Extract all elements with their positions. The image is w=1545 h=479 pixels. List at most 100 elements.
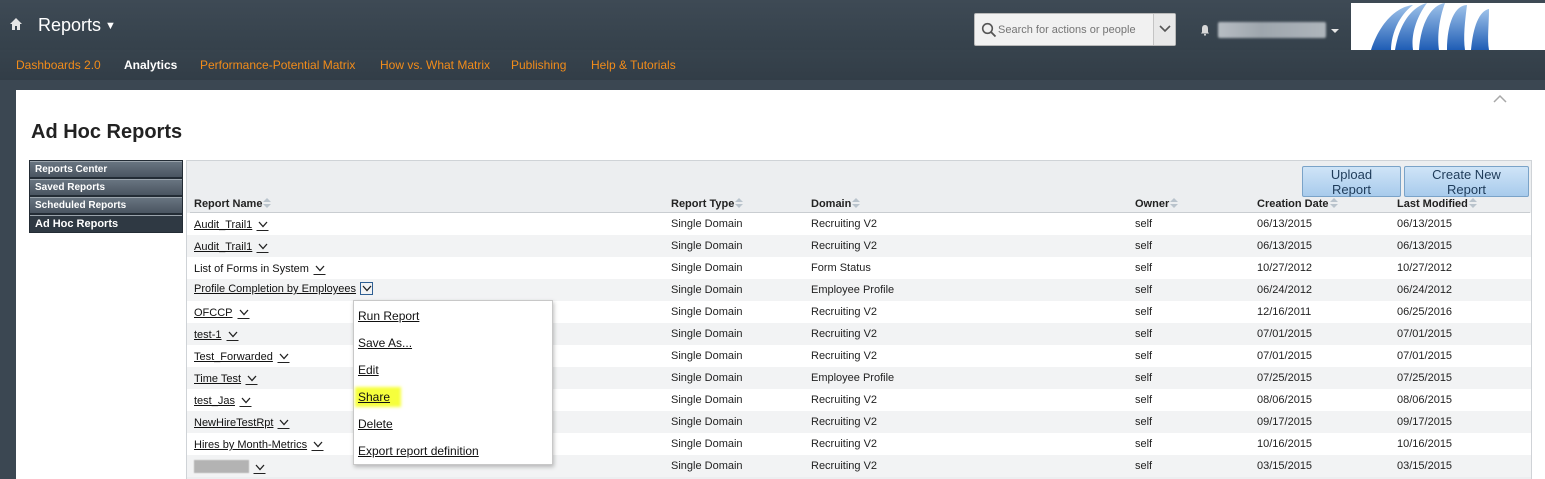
cell-owner: self <box>1135 284 1153 296</box>
user-name-redacted[interactable] <box>1218 22 1326 38</box>
report-actions-dropdown[interactable] <box>256 240 270 253</box>
cell-domain: Employee Profile <box>811 284 895 296</box>
table-row: Audit_Trail1 Single Domain Recruiting V2 se… <box>187 235 1531 257</box>
upload-report-button[interactable]: Upload Report <box>1302 166 1401 197</box>
column-header-report-name[interactable]: Report Name <box>194 198 272 210</box>
report-name-cell: Time Test <box>194 372 259 385</box>
report-actions-dropdown[interactable] <box>311 438 325 451</box>
cell-type: Single Domain <box>671 284 743 296</box>
sort-icon <box>1468 198 1477 208</box>
cell-domain: Recruiting V2 <box>811 240 878 252</box>
report-name-link[interactable]: List of Forms in System <box>194 263 309 275</box>
report-actions-dropdown[interactable] <box>253 461 266 474</box>
cell-created: 06/13/2015 <box>1257 218 1313 230</box>
report-name-link[interactable]: Time Test <box>194 373 241 385</box>
cell-modified: 06/13/2015 <box>1397 240 1453 252</box>
report-name-link[interactable]: test_Jas <box>194 395 235 407</box>
report-actions-dropdown[interactable] <box>245 372 259 385</box>
report-actions-dropdown[interactable] <box>236 306 250 319</box>
company-logo <box>1351 3 1545 50</box>
report-actions-dropdown[interactable] <box>256 218 270 231</box>
cell-created: 06/13/2015 <box>1257 240 1313 252</box>
cell-owner: self <box>1135 350 1153 362</box>
report-actions-dropdown[interactable] <box>238 394 252 407</box>
report-name-redacted[interactable] <box>194 460 249 473</box>
menu-item-edit[interactable]: Edit <box>358 363 379 377</box>
cell-modified: 10/16/2015 <box>1397 438 1453 450</box>
side-menu-ad-hoc-reports[interactable]: Ad Hoc Reports <box>29 214 183 233</box>
cell-type: Single Domain <box>671 240 743 252</box>
menu-item-run-report[interactable]: Run Report <box>358 309 419 323</box>
report-name-cell: NewHireTestRpt <box>194 416 291 429</box>
chevron-down-icon <box>313 441 323 448</box>
column-header-domain[interactable]: Domain <box>811 198 861 210</box>
report-name-link[interactable]: Test_Forwarded <box>194 351 273 363</box>
search-dropdown-button[interactable] <box>1153 14 1175 45</box>
report-name-link[interactable]: NewHireTestRpt <box>194 417 273 429</box>
menu-item-share[interactable]: Share <box>358 390 399 404</box>
cell-owner: self <box>1135 416 1153 428</box>
sort-icon <box>263 198 272 208</box>
side-menu-reports-center[interactable]: Reports Center <box>29 160 183 178</box>
column-header-owner[interactable]: Owner <box>1135 198 1179 210</box>
create-new-report-button[interactable]: Create New Report <box>1404 166 1529 197</box>
chevron-down-icon <box>239 309 248 316</box>
report-name-link[interactable]: test-1 <box>194 329 222 341</box>
report-name-cell: Audit_Trail1 <box>194 218 270 231</box>
nav-analytics[interactable]: Analytics <box>124 58 177 72</box>
cell-type: Single Domain <box>671 438 743 450</box>
nav-publishing[interactable]: Publishing <box>511 58 566 72</box>
bell-icon[interactable] <box>1199 24 1211 36</box>
report-name-link[interactable]: Audit_Trail1 <box>194 219 252 231</box>
cell-modified: 07/01/2015 <box>1397 328 1453 340</box>
cell-type: Single Domain <box>671 262 743 274</box>
nav-how-vs-what-matrix[interactable]: How vs. What Matrix <box>380 58 490 72</box>
search-box <box>974 13 1176 46</box>
report-actions-dropdown[interactable] <box>360 282 374 295</box>
table-row: Profile Completion by Employees Single Do… <box>187 279 1531 301</box>
chevron-down-icon <box>255 464 265 471</box>
report-context-menu: Run Report Save As... Edit Share Delete … <box>353 300 553 465</box>
cell-domain: Recruiting V2 <box>811 460 878 472</box>
column-header-last-modified[interactable]: Last Modified <box>1397 198 1477 210</box>
column-header-report-type[interactable]: Report Type <box>671 198 744 210</box>
cell-modified: 06/13/2015 <box>1397 218 1453 230</box>
search-input[interactable] <box>998 14 1154 45</box>
cell-created: 10/16/2015 <box>1257 438 1313 450</box>
nav-dashboards[interactable]: Dashboards 2.0 <box>16 58 101 72</box>
nav-help-tutorials[interactable]: Help & Tutorials <box>591 58 676 72</box>
top-header: Reports ▼ <box>0 0 1545 50</box>
report-actions-dropdown[interactable] <box>276 350 290 363</box>
home-icon[interactable] <box>9 17 23 31</box>
cell-owner: self <box>1135 328 1153 340</box>
cell-owner: self <box>1135 240 1153 252</box>
cell-domain: Recruiting V2 <box>811 416 878 428</box>
report-actions-dropdown[interactable] <box>277 416 291 429</box>
chevron-down-icon <box>279 353 289 360</box>
cell-type: Single Domain <box>671 306 743 318</box>
side-menu-scheduled-reports[interactable]: Scheduled Reports <box>29 196 183 214</box>
report-name-link[interactable]: Audit_Trail1 <box>194 241 252 253</box>
report-actions-dropdown[interactable] <box>312 262 326 275</box>
menu-item-delete[interactable]: Delete <box>358 417 393 431</box>
side-menu-saved-reports[interactable]: Saved Reports <box>29 178 183 196</box>
chevron-down-icon <box>315 265 325 272</box>
app-switcher-button[interactable]: Reports ▼ <box>38 15 116 36</box>
report-name-cell: Test_Forwarded <box>194 350 290 363</box>
chevron-down-icon <box>1159 25 1171 33</box>
nav-performance-potential-matrix[interactable]: Performance-Potential Matrix <box>200 58 355 72</box>
report-name-link[interactable]: Hires by Month-Metrics <box>194 439 307 451</box>
cell-domain: Recruiting V2 <box>811 394 878 406</box>
report-actions-dropdown[interactable] <box>225 328 239 341</box>
cell-domain: Employee Profile <box>811 372 895 384</box>
cell-modified: 07/01/2015 <box>1397 350 1453 362</box>
column-header-creation-date[interactable]: Creation Date <box>1257 198 1338 210</box>
cell-type: Single Domain <box>671 372 743 384</box>
report-name-link[interactable]: Profile Completion by Employees <box>194 283 356 295</box>
menu-item-export-report-definition[interactable]: Export report definition <box>358 444 479 458</box>
menu-item-save-as[interactable]: Save As... <box>358 336 412 350</box>
chevron-down-icon[interactable] <box>1331 27 1339 35</box>
chevron-up-icon[interactable] <box>1492 94 1508 104</box>
table-row: Audit_Trail1 Single Domain Recruiting V2 se… <box>187 213 1531 235</box>
report-name-link[interactable]: OFCCP <box>194 307 233 319</box>
